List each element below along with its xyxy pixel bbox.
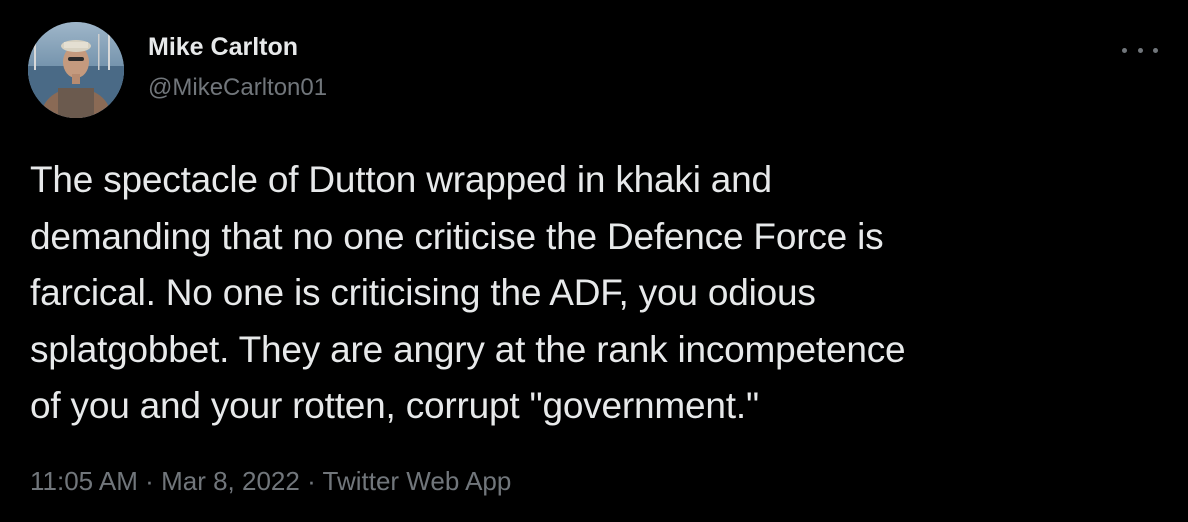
meta-separator: · (145, 466, 154, 496)
tweet-time[interactable]: 11:05 AM (30, 466, 138, 496)
tweet-text-line: demanding that no one criticise the Defe… (30, 215, 884, 257)
tweet-text-line: splatgobbet. They are angry at the rank … (30, 328, 906, 370)
avatar[interactable] (28, 22, 124, 118)
more-dot (1122, 47, 1127, 53)
tweet-text-line: The spectacle of Dutton wrapped in khaki… (30, 159, 772, 200)
more-horizontal-icon[interactable] (1122, 38, 1158, 62)
tweet-source[interactable]: Twitter Web App (323, 466, 512, 496)
tweet-text: The spectacle of Dutton wrapped in khaki… (30, 152, 1160, 435)
more-dot (1153, 47, 1158, 53)
author-handle[interactable]: @MikeCarlton01 (148, 73, 327, 103)
tweet-card: Mike Carlton @MikeCarlton01 The spectacl… (0, 0, 1188, 522)
tweet-text-line: farcical. No one is criticising the ADF,… (30, 272, 816, 313)
tweet-date[interactable]: Mar 8, 2022 (161, 466, 300, 496)
avatar-photo (28, 22, 124, 118)
meta-separator: · (307, 466, 316, 496)
tweet-metadata: 11:05 AM · Mar 8, 2022 · Twitter Web App (30, 465, 511, 497)
tweet-text-line: of you and your rotten, corrupt "governm… (30, 385, 759, 426)
author-display-name[interactable]: Mike Carlton (148, 32, 298, 62)
more-dot (1137, 47, 1143, 53)
